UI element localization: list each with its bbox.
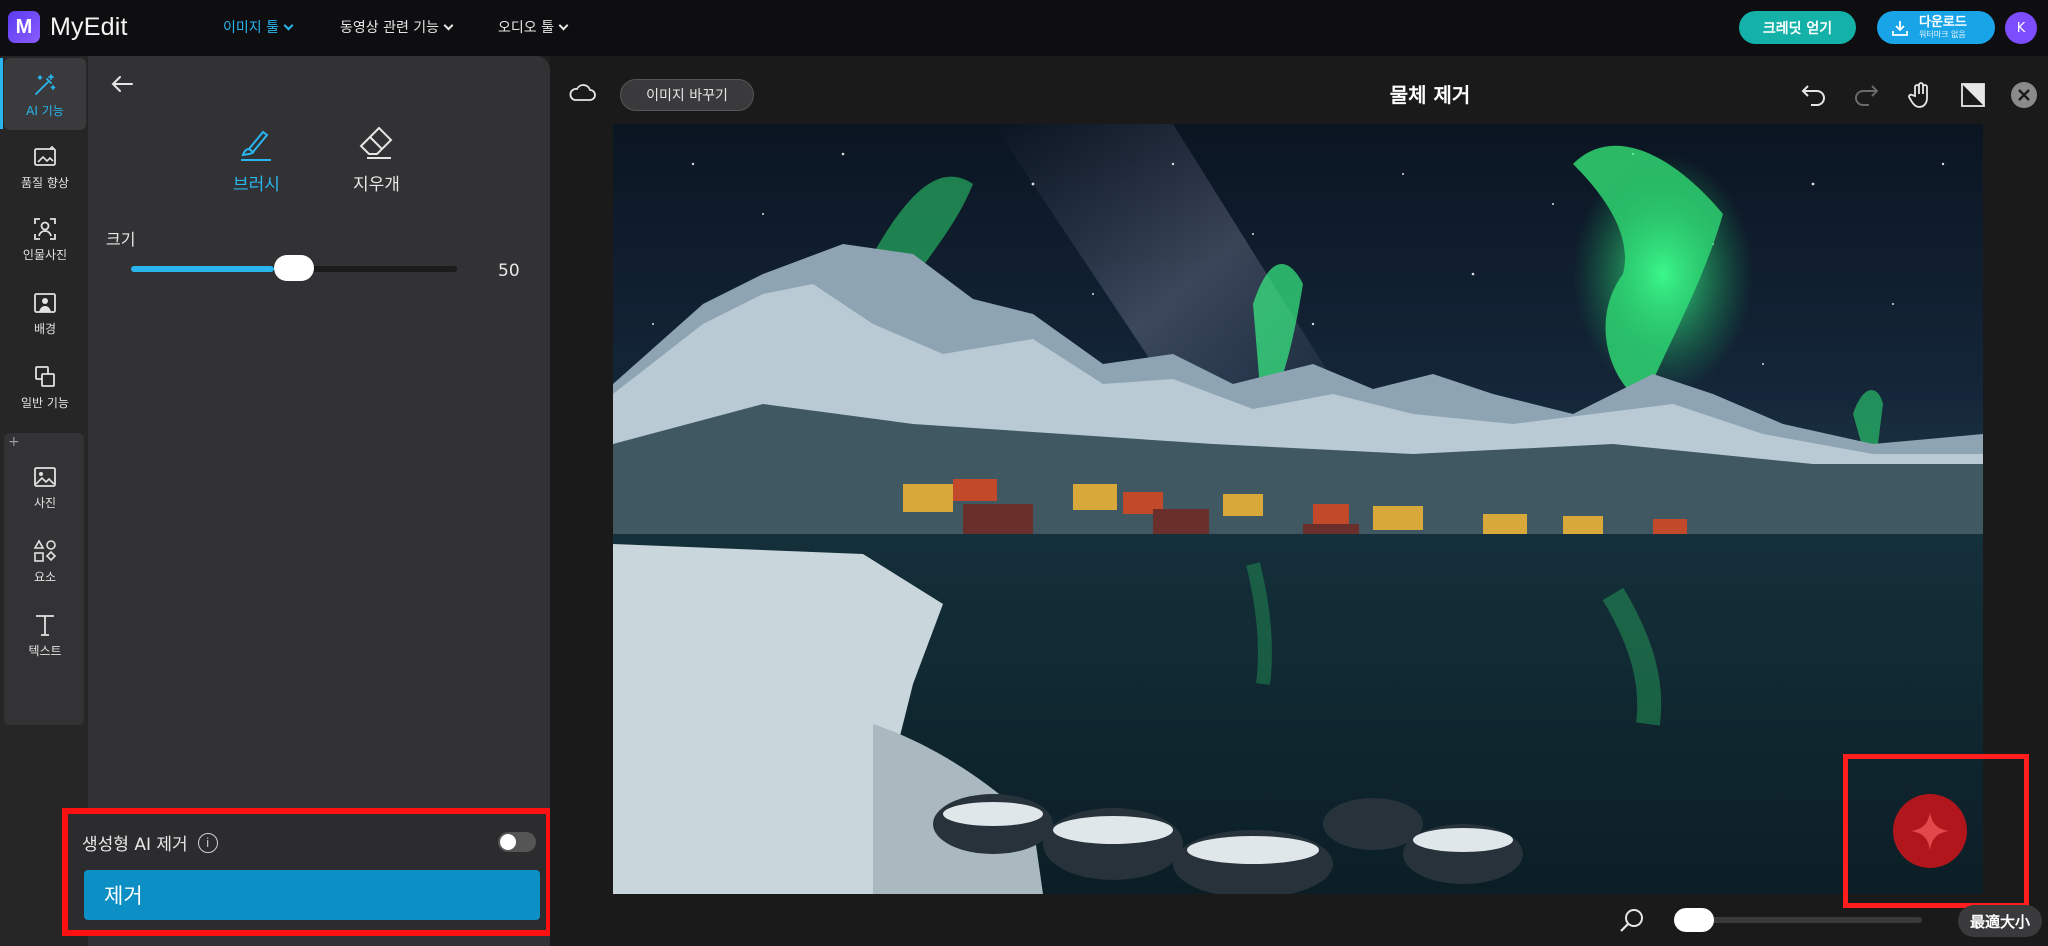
gen-ai-label: 생성형 AI 제거	[82, 835, 188, 855]
generative-ai-removal-section: 생성형 AI 제거 i 제거	[62, 808, 552, 936]
layers-icon	[35, 366, 55, 387]
rail-item-elements-label: 요소	[33, 570, 57, 584]
brush-size-label: 크기	[106, 230, 136, 249]
redo-icon[interactable]	[1851, 80, 1881, 110]
hand-icon[interactable]	[1906, 80, 1936, 110]
nav-video-tools-label: 동영상 관련 기능	[340, 20, 440, 36]
slider-fill	[131, 266, 274, 272]
active-indicator	[0, 58, 3, 129]
background-icon	[34, 293, 56, 313]
nav-video-tools[interactable]: 동영상 관련 기능	[340, 17, 454, 37]
zoom-icon[interactable]	[1618, 906, 1646, 934]
eraser-label: 지우개	[353, 175, 400, 195]
rail-item-portrait-label: 인물사진	[22, 248, 68, 262]
rail-item-general-label: 일반 기능	[21, 396, 69, 410]
rail-item-background[interactable]: 배경	[4, 290, 86, 337]
app-logo[interactable]: M MyEdit	[8, 11, 128, 43]
ai-sparkle-button[interactable]	[1893, 794, 1967, 868]
rail-item-text-label: 텍스트	[28, 644, 62, 658]
get-credits-button[interactable]: 크레딧 얻기	[1739, 11, 1856, 44]
portrait-icon	[34, 218, 56, 240]
toggle-knob	[500, 834, 516, 850]
canvas-area: 이미지 바꾸기 물체 제거 最適大小	[550, 56, 2048, 946]
nav-image-tools[interactable]: 이미지 툴	[223, 17, 294, 37]
rail-item-photo[interactable]: 사진	[4, 464, 86, 511]
magic-wand-icon	[35, 74, 56, 95]
nav-audio-tools[interactable]: 오디오 툴	[498, 17, 569, 37]
download-label: 다운로드	[1919, 15, 1967, 30]
app-name: MyEdit	[50, 12, 128, 41]
gen-ai-toggle[interactable]	[498, 832, 536, 852]
gen-ai-row: 생성형 AI 제거 i	[82, 830, 218, 855]
rail-item-text[interactable]: 텍스트	[4, 612, 86, 659]
nav-audio-tools-label: 오디오 툴	[498, 20, 554, 36]
zoom-slider-thumb[interactable]	[1674, 908, 1714, 932]
rail-item-ai[interactable]: AI 기능	[4, 58, 86, 130]
info-icon[interactable]: i	[197, 832, 218, 853]
plus-icon: +	[8, 434, 20, 450]
rail-item-enhance[interactable]: 품질 향상	[4, 144, 86, 191]
rail-item-ai-label: AI 기능	[26, 104, 64, 118]
page-title: 물체 제거	[1389, 83, 1471, 107]
enhance-icon	[34, 146, 56, 166]
rail-item-background-label: 배경	[33, 322, 57, 336]
cloud-icon[interactable]	[568, 82, 596, 102]
chevron-down-icon	[283, 20, 294, 30]
rail-item-elements[interactable]: 요소	[4, 538, 86, 585]
remove-button[interactable]: 제거	[84, 870, 540, 920]
chevron-down-icon	[443, 20, 454, 30]
eraser-icon	[360, 126, 393, 159]
shapes-icon	[33, 539, 57, 562]
fit-size-button[interactable]: 最適大小	[1958, 905, 2042, 937]
photo-icon	[34, 467, 56, 487]
slider-thumb[interactable]	[274, 255, 314, 281]
rail-item-photo-label: 사진	[33, 496, 57, 510]
undo-icon[interactable]	[1799, 80, 1829, 110]
brush-label: 브러시	[233, 175, 280, 195]
replace-image-button[interactable]: 이미지 바꾸기	[620, 79, 754, 111]
user-avatar[interactable]: K	[2005, 12, 2037, 44]
logo-icon: M	[8, 11, 40, 43]
compare-icon[interactable]	[1958, 80, 1988, 110]
aurora-landscape-photo[interactable]	[613, 124, 1983, 894]
rail-item-enhance-label: 품질 향상	[21, 176, 69, 190]
brush-size-slider[interactable]	[131, 255, 457, 281]
brush-tool[interactable]: 브러시	[233, 124, 280, 195]
eraser-tool[interactable]: 지우개	[353, 124, 400, 195]
sparkle-icon	[1911, 812, 1949, 850]
download-icon	[1892, 20, 1908, 36]
top-bar: M MyEdit 이미지 툴 동영상 관련 기능 오디오 툴 크레딧 얻기 다운…	[0, 0, 2048, 56]
nav-image-tools-label: 이미지 툴	[223, 20, 279, 36]
close-icon[interactable]	[2011, 82, 2037, 108]
brush-size-value: 50	[498, 261, 520, 281]
download-sublabel: 워터마크 없음	[1919, 30, 1966, 39]
text-icon	[36, 615, 54, 636]
chevron-down-icon	[558, 20, 569, 30]
back-arrow-icon[interactable]	[108, 70, 136, 98]
brush-icon	[241, 130, 272, 161]
rail-item-portrait[interactable]: 인물사진	[4, 216, 86, 263]
download-button[interactable]: 다운로드 워터마크 없음	[1877, 11, 1995, 44]
rail-item-general[interactable]: 일반 기능	[4, 364, 86, 411]
